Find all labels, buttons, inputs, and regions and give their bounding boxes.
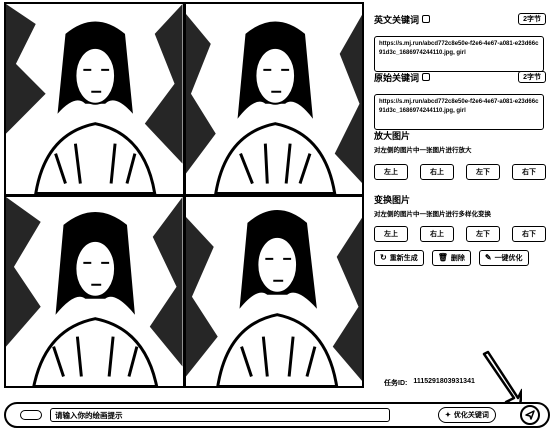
upscale-hint: 对左侧的图片中一张图片进行放大 [374,147,472,154]
regenerate-label: 重新生成 [389,255,418,262]
variation-title: 变换图片 [374,194,411,205]
optimize-keywords-label: 优化关键词 [453,412,489,419]
mode-toggle[interactable] [20,410,42,420]
regenerate-button[interactable]: ↻ 重新生成 [374,250,424,266]
upscale-bottom-right-button[interactable]: 右下 [512,164,546,180]
upscale-top-right-button[interactable]: 右上 [420,164,454,180]
portrait-image [6,4,183,194]
trash-icon: 🗑 [437,253,448,262]
upscale-button-row: 左上 右上 左下 右下 [374,164,546,182]
prompt-input[interactable] [50,408,390,422]
en-keywords-count[interactable]: 2字节 [518,13,546,25]
variation-hint: 对左侧的图片中一张图片进行多样化变换 [374,211,491,218]
original-keywords-text: https://s.mj.run/abcd772c8e50e-f2e6-4e67… [374,94,544,130]
generated-image-top-left[interactable] [6,4,183,194]
image-grid [4,2,364,388]
sparkle-icon: ✦ [445,412,451,419]
delete-label: 删除 [450,255,465,262]
refresh-icon: ↻ [380,253,387,262]
variation-bottom-right-button[interactable]: 右下 [512,226,546,242]
variation-top-right-button[interactable]: 右上 [420,226,454,242]
generated-image-bottom-left[interactable] [6,196,183,386]
prompt-bar: ✦ 优化关键词 [4,402,550,428]
arrow-cursor-icon [482,350,522,408]
portrait-image [185,4,362,194]
variation-button-row: 左上 右上 左下 右下 [374,226,546,244]
refine-button[interactable]: ✎ 一键优化 [478,250,529,266]
copy-icon[interactable] [422,15,431,23]
generated-image-bottom-right[interactable] [185,196,362,386]
refine-label: 一键优化 [494,255,523,262]
original-keywords-header: 原始关键词 [374,70,431,84]
en-keywords-text: https://s.mj.run/abcd772c8e50e-f2e6-4e67… [374,36,544,72]
original-keywords-count[interactable]: 2字节 [518,71,546,83]
upscale-bottom-left-button[interactable]: 左下 [466,164,500,180]
wand-icon: ✎ [484,253,492,262]
portrait-image [6,196,183,386]
action-button-row: ↻ 重新生成 🗑 删除 ✎ 一键优化 [374,250,546,268]
original-keywords-title: 原始关键词 [374,72,420,83]
variation-bottom-left-button[interactable]: 左下 [466,226,500,242]
task-id: 任务ID: 1115291803931341 [384,378,475,388]
send-button[interactable] [520,405,540,425]
portrait-image [185,196,362,386]
upscale-title: 放大图片 [374,130,411,141]
generated-image-top-right[interactable] [185,4,362,194]
en-keywords-title: 英文关键词 [374,14,420,25]
right-panel: 英文关键词 2字节 https://s.mj.run/abcd772c8e50e… [368,2,552,388]
copy-icon[interactable] [422,73,431,81]
task-id-label: 任务ID: [384,380,408,387]
optimize-keywords-button[interactable]: ✦ 优化关键词 [438,407,496,423]
upscale-top-left-button[interactable]: 左上 [374,164,408,180]
task-id-value: 1115291803931341 [413,378,475,385]
delete-button[interactable]: 🗑 删除 [431,250,471,266]
en-keywords-header: 英文关键词 [374,12,431,26]
send-icon [525,410,535,420]
variation-top-left-button[interactable]: 左上 [374,226,408,242]
